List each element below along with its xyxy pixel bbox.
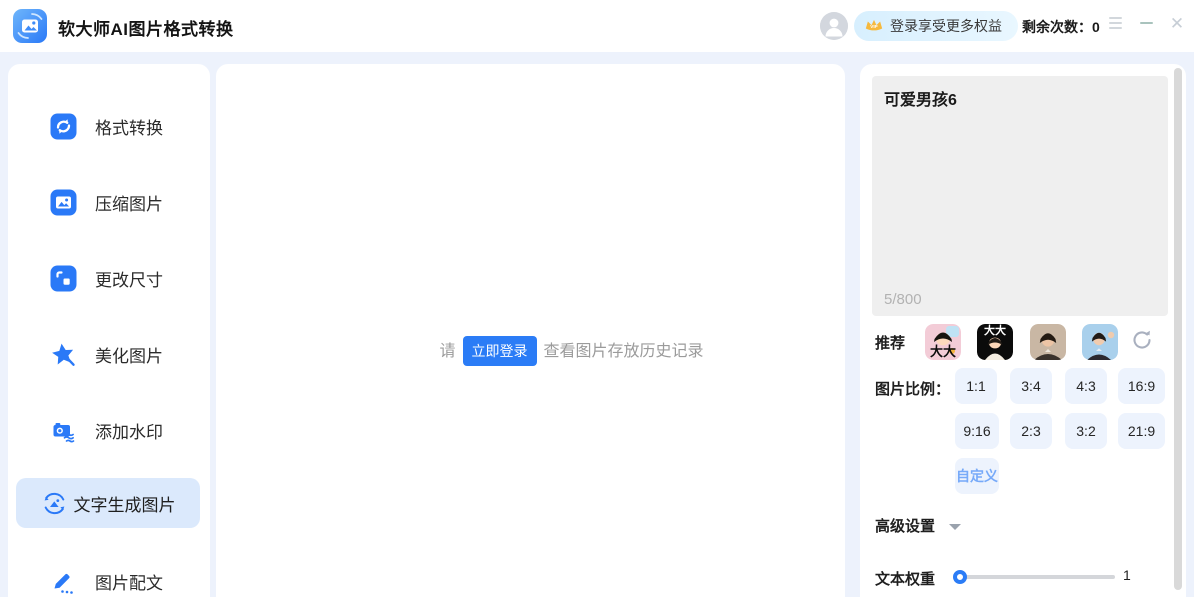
remaining-count: 剩余次数：0	[1022, 17, 1100, 37]
text-to-image-icon	[41, 490, 68, 517]
app-logo-icon	[12, 8, 48, 44]
text-weight-label: 文本权重	[875, 568, 935, 589]
close-icon[interactable]: ✕	[1168, 14, 1186, 32]
menu-icon[interactable]	[1106, 14, 1124, 32]
svg-text:VIP: VIP	[870, 24, 877, 29]
text-weight-value: 1	[1123, 567, 1131, 583]
sidebar-item-watermark[interactable]: 添加水印	[8, 405, 210, 455]
window-controls: ✕	[1106, 14, 1186, 32]
sidebar-item-label: 文字生成图片	[74, 491, 176, 516]
recommend-thumb-photo-boy-blue[interactable]	[1082, 324, 1118, 360]
recommend-label: 推荐	[875, 332, 905, 353]
caption-pencil-icon	[50, 568, 77, 595]
svg-text:大大: 大大	[930, 344, 956, 359]
watermark-camera-icon	[50, 417, 77, 444]
resize-icon	[50, 265, 77, 292]
slider-track[interactable]	[955, 575, 1115, 579]
login-prompt: 请立即登录查看图片存放历史记录	[298, 336, 845, 366]
ratio-9-16[interactable]: 9:16	[955, 413, 999, 449]
chevron-down-icon	[949, 524, 961, 530]
title-bar: 软大师AI图片格式转换 VIP 登录享受更多权益 剩余次数：0 ✕	[0, 0, 1194, 52]
recommend-thumb-anime-boy-pink[interactable]: 大大	[925, 324, 961, 360]
advanced-settings-label: 高级设置	[875, 515, 935, 536]
ratio-3-4[interactable]: 3:4	[1010, 368, 1052, 404]
app-window: 软大师AI图片格式转换 VIP 登录享受更多权益 剩余次数：0 ✕	[0, 0, 1194, 597]
minimize-icon[interactable]	[1137, 14, 1155, 32]
recommend-thumb-photo-boy-beige[interactable]	[1030, 324, 1066, 360]
sidebar-item-label: 格式转换	[95, 114, 163, 139]
person-icon	[820, 12, 848, 40]
refresh-icon	[1130, 328, 1154, 352]
login-prompt-prefix: 请	[439, 343, 455, 360]
slider-thumb[interactable]	[953, 570, 967, 584]
prompt-textarea[interactable]: 可爱男孩6	[872, 76, 1168, 276]
sidebar-item-label: 图片配文	[95, 569, 163, 594]
advanced-settings-toggle[interactable]: 高级设置	[875, 515, 961, 536]
sidebar-item-compress-image[interactable]: 压缩图片	[8, 177, 210, 227]
recommend-thumb-anime-boy-black[interactable]: 大大	[977, 324, 1013, 360]
login-now-button[interactable]: 立即登录	[463, 336, 537, 366]
prompt-input-box: 可爱男孩6 5/800	[872, 76, 1168, 316]
ratio-2-3[interactable]: 2:3	[1010, 413, 1052, 449]
generation-settings-panel: 可爱男孩6 5/800 推荐 大大 大大	[860, 64, 1186, 597]
panel-scrollbar[interactable]	[1174, 68, 1182, 590]
login-benefits-button[interactable]: VIP 登录享受更多权益	[854, 11, 1018, 41]
sidebar-item-beautify[interactable]: 美化图片	[8, 329, 210, 379]
sidebar-item-label: 压缩图片	[95, 190, 163, 215]
ratio-4-3[interactable]: 4:3	[1065, 368, 1107, 404]
svg-text:大大: 大大	[984, 324, 1006, 337]
ratio-21-9[interactable]: 21:9	[1118, 413, 1165, 449]
ratio-16-9[interactable]: 16:9	[1118, 368, 1165, 404]
sidebar-item-text-to-image[interactable]: 文字生成图片	[16, 478, 200, 528]
refresh-recommend-button[interactable]	[1130, 328, 1154, 352]
char-counter: 5/800	[884, 291, 922, 308]
sidebar-item-label: 美化图片	[95, 342, 163, 367]
crown-vip-icon: VIP	[864, 17, 884, 35]
sidebar-item-caption[interactable]: 图片配文	[8, 556, 210, 597]
sidebar-item-label: 添加水印	[95, 418, 163, 443]
format-convert-icon	[50, 113, 77, 140]
ratio-custom-button[interactable]: 自定义	[955, 458, 999, 494]
history-area: 请立即登录查看图片存放历史记录	[216, 64, 845, 597]
ratio-label: 图片比例：	[875, 378, 950, 399]
compress-image-icon	[50, 189, 77, 216]
beautify-star-icon	[50, 341, 77, 368]
ratio-1-1[interactable]: 1:1	[955, 368, 997, 404]
ratio-3-2[interactable]: 3:2	[1065, 413, 1107, 449]
text-weight-slider[interactable]	[955, 569, 1115, 585]
user-avatar[interactable]	[820, 12, 848, 40]
sidebar-item-format-convert[interactable]: 格式转换	[8, 101, 210, 151]
login-prompt-suffix: 查看图片存放历史记录	[544, 343, 704, 360]
sidebar-item-resize[interactable]: 更改尺寸	[8, 253, 210, 303]
sidebar-item-label: 更改尺寸	[95, 266, 163, 291]
app-title: 软大师AI图片格式转换	[58, 15, 234, 40]
sidebar: 格式转换 压缩图片 更改尺寸 美化图片	[8, 64, 210, 597]
login-benefits-label: 登录享受更多权益	[890, 16, 1002, 36]
